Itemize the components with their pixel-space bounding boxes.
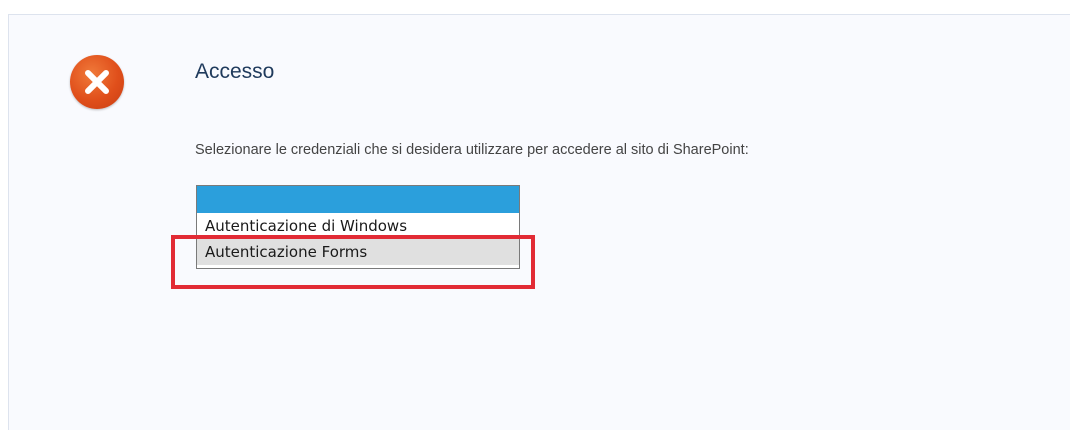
credentials-option-empty[interactable]	[197, 186, 519, 213]
instruction-text: Selezionare le credenziali che si deside…	[195, 142, 749, 158]
login-panel	[8, 14, 1070, 430]
page-title: Accesso	[195, 60, 275, 83]
annotation-highlight-box	[171, 235, 535, 289]
error-icon	[70, 55, 124, 109]
